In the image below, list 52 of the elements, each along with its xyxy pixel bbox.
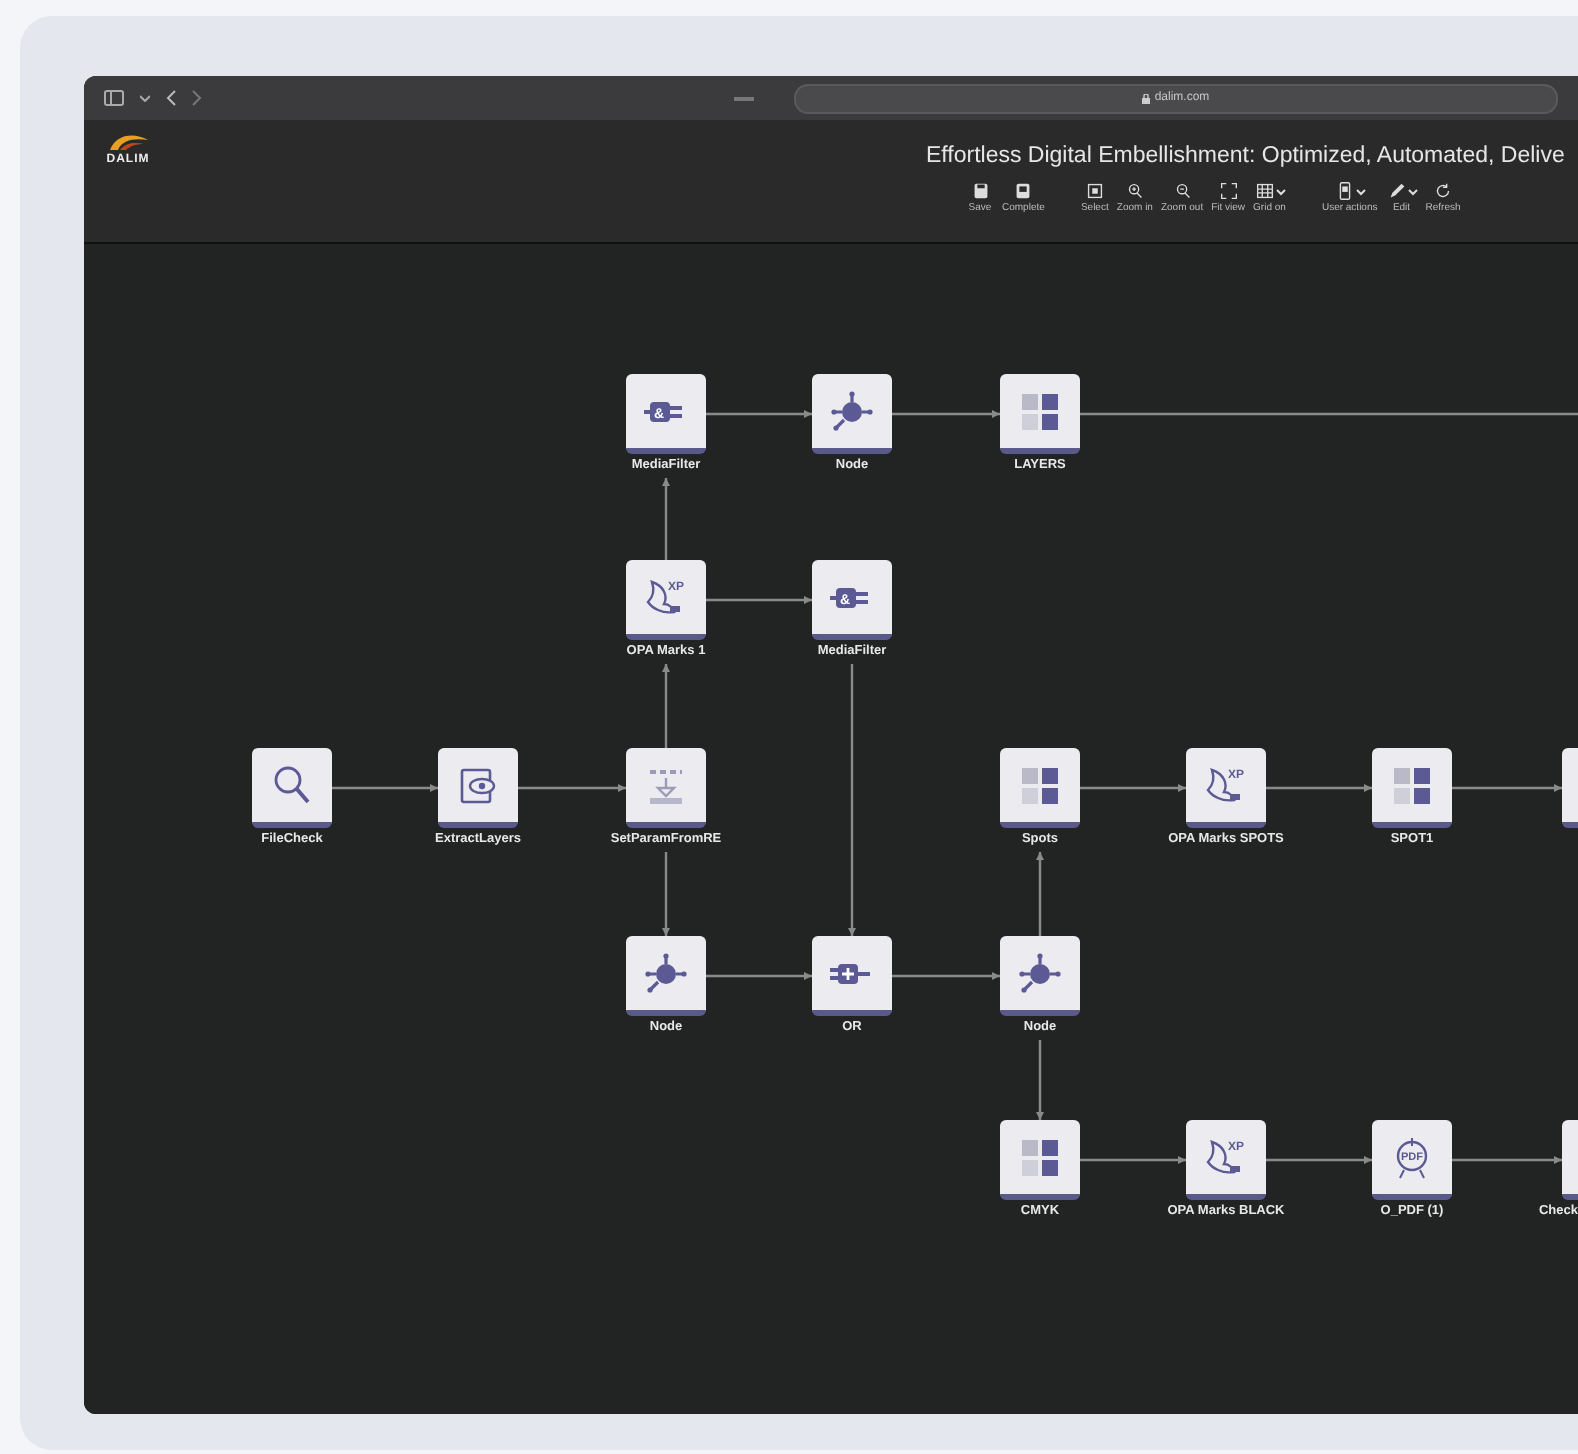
connector-arrow: [1036, 852, 1044, 936]
logo-icon: [106, 132, 150, 154]
fit-view-icon: [1217, 180, 1240, 202]
connector-arrow: [662, 478, 670, 560]
document-icon: [1012, 180, 1035, 202]
connector-arrow: [706, 972, 812, 980]
connector-arrow: [1266, 784, 1372, 792]
connector-arrow: [518, 784, 626, 792]
connector-arrow: [1266, 1156, 1372, 1164]
back-icon[interactable]: [166, 90, 176, 106]
connector-arrow: [1452, 784, 1562, 792]
workflow-node[interactable]: [1000, 748, 1080, 828]
refresh-icon: [1432, 180, 1454, 202]
minus-icon[interactable]: [734, 95, 754, 101]
workflow-node[interactable]: [812, 374, 892, 454]
connector-arrow: [332, 784, 438, 792]
zoom-out-icon: [1171, 180, 1194, 202]
connector-arrow: [1036, 1040, 1044, 1120]
square-icon: [1083, 180, 1106, 202]
workflow-node[interactable]: [812, 936, 892, 1016]
zoom-in-icon: [1123, 180, 1146, 202]
workflow-node[interactable]: [626, 936, 706, 1016]
page-title: Effortless Digital Embellishment: Optimized, Automated, Delive: [926, 144, 1565, 168]
connector-arrow: [706, 596, 812, 604]
workflow-node[interactable]: [626, 748, 706, 828]
save-icon: [969, 180, 991, 202]
workflow-node[interactable]: [1000, 936, 1080, 1016]
lock-icon: [1142, 93, 1151, 103]
chevron-down-icon[interactable]: [140, 94, 150, 102]
workflow-node[interactable]: [438, 748, 518, 828]
sidebar-toggle-icon[interactable]: [104, 90, 124, 106]
connector-arrow: [1080, 784, 1186, 792]
caret-icon: [1407, 187, 1418, 195]
pencil-icon: [1385, 180, 1408, 202]
forward-icon[interactable]: [192, 90, 202, 106]
connector-arrow: [662, 852, 670, 936]
connector-arrow: [892, 410, 1000, 418]
connector-arrow: [1452, 1156, 1562, 1164]
workflow-node[interactable]: [252, 748, 332, 828]
connector-arrow: [1080, 1156, 1186, 1164]
connector-arrow: [706, 410, 812, 418]
hub-icon: [828, 387, 876, 435]
workflow-node[interactable]: [1000, 1120, 1080, 1200]
workflow-node[interactable]: [1372, 748, 1452, 828]
caret-icon: [1355, 187, 1366, 195]
grid-icon: [1253, 180, 1276, 202]
caret-icon: [1275, 187, 1286, 195]
hub-icon: [1016, 949, 1064, 997]
connector-arrow: [662, 664, 670, 748]
hub-icon: [642, 949, 690, 997]
workflow-node[interactable]: [1000, 374, 1080, 454]
connector-arrow: [892, 972, 1000, 980]
